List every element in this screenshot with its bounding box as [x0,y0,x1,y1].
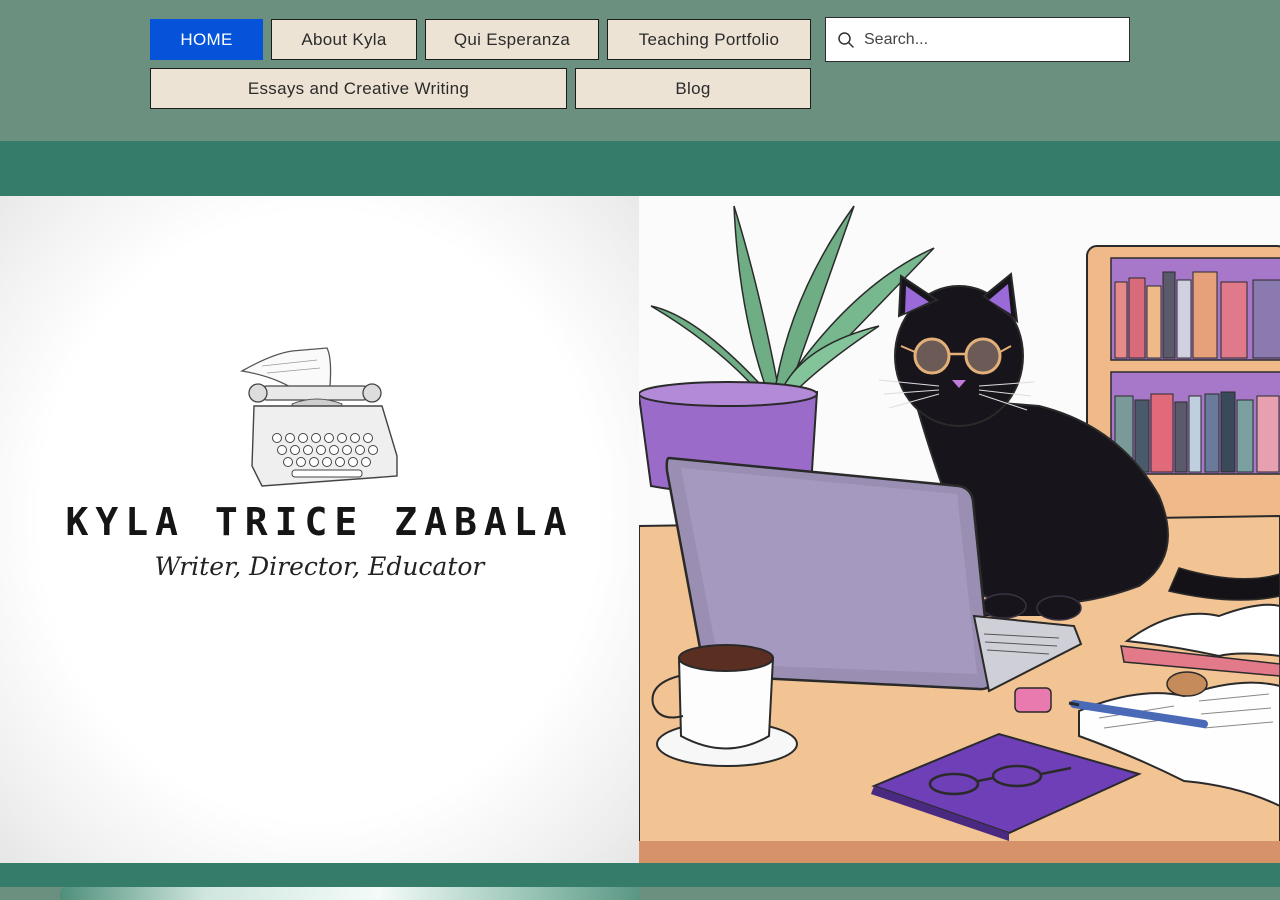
nav-item-home[interactable]: HOME [150,19,263,60]
next-section-image [60,887,640,900]
site-header: HOME About Kyla Qui Esperanza Teaching P… [0,0,1280,141]
nav-item-about-kyla[interactable]: About Kyla [271,19,417,60]
eraser-icon [1014,687,1052,713]
logo-panel: KYLA TRICE ZABALA Writer, Director, Educ… [0,196,639,863]
cat-desk-illustration [639,196,1280,863]
nav-item-teaching-portfolio[interactable]: Teaching Portfolio [607,19,811,60]
next-section-strip [0,887,1280,900]
search-input[interactable] [864,18,1124,61]
logo-name: KYLA TRICE ZABALA [65,500,574,544]
nav-item-essays[interactable]: Essays and Creative Writing [150,68,567,109]
footer-band [0,863,1280,887]
typewriter-icon [240,347,398,487]
nav-item-blog[interactable]: Blog [575,68,811,109]
hero-illustration [639,196,1280,863]
search-icon[interactable] [837,31,855,49]
logo-tagline: Writer, Director, Educator [154,552,485,581]
nav-item-qui-esperanza[interactable]: Qui Esperanza [425,19,599,60]
search-box[interactable] [825,17,1130,62]
header-band [0,141,1280,196]
